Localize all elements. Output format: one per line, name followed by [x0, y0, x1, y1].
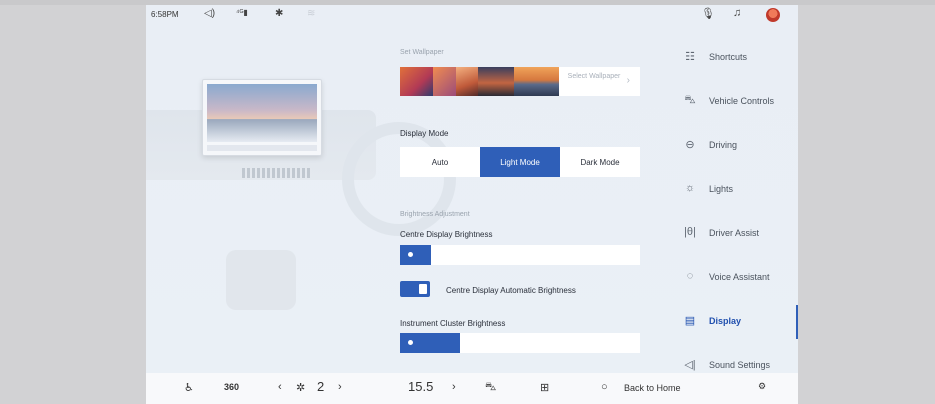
menu-item-label: Sound Settings [709, 360, 771, 370]
toggle-knob [419, 284, 427, 294]
slider-fill [400, 245, 432, 265]
display-icon: ▤ [684, 315, 696, 327]
car-icon[interactable]: ⛍ [485, 381, 496, 395]
wallpaper-section-label: Set Wallpaper [400, 49, 444, 56]
driver-assist-icon: |θ| [684, 226, 696, 238]
apps-grid-icon[interactable]: ⊞ [540, 381, 549, 394]
avatar[interactable] [766, 8, 780, 22]
settings-panel: Set Wallpaper Select Wallpaper › Display… [400, 5, 640, 404]
shortcuts-icon: ☷ [685, 51, 695, 63]
car-interior-illustration [146, 50, 456, 370]
wallpaper-thumbnail[interactable] [514, 67, 559, 96]
voice-assistant-icon: ◌ [686, 270, 694, 282]
menu-item-driving[interactable]: ⊖ Driving [666, 129, 798, 163]
menu-item-voice-assistant[interactable]: ◌ Voice Assistant [666, 261, 798, 295]
clock: 6:58PM [151, 10, 179, 19]
cluster-brightness-label: Instrument Cluster Brightness [400, 319, 506, 328]
wallpaper-picker: Select Wallpaper › [400, 67, 640, 96]
menu-item-label: Display [709, 316, 742, 326]
settings-menu: ☷ Shortcuts ⛍ Vehicle Controls ⊖ Driving… [666, 35, 798, 404]
fan-decrease-button[interactable]: ‹ [278, 381, 282, 393]
slider-handle[interactable] [408, 252, 413, 257]
microphone-icon[interactable]: 🎙︎ [701, 7, 715, 20]
fan-icon: ✲ [296, 382, 306, 394]
menu-item-lights[interactable]: ☼ Lights [666, 173, 798, 207]
bluetooth-icon[interactable]: ✱ [275, 8, 283, 19]
select-wallpaper-button[interactable]: Select Wallpaper [564, 72, 624, 81]
preview-wallpaper [207, 84, 317, 142]
console [226, 250, 296, 310]
wallpaper-thumbnail[interactable] [433, 67, 456, 96]
volume-icon[interactable]: ◁) [204, 8, 215, 19]
auto-brightness-toggle[interactable] [400, 281, 430, 297]
wallpaper-thumbnail[interactable] [456, 67, 478, 96]
fan-increase-button[interactable]: › [338, 381, 342, 393]
preview-dock [207, 145, 317, 151]
slider-handle[interactable] [408, 340, 413, 345]
light-bulb-icon: ☼ [684, 182, 696, 194]
display-mode-selector: Auto Light Mode Dark Mode [400, 147, 640, 177]
centre-brightness-slider[interactable] [400, 245, 640, 265]
display-mode-label: Display Mode [400, 129, 449, 138]
mode-light-button[interactable]: Light Mode [480, 147, 560, 177]
air-vents [242, 168, 312, 178]
chevron-right-icon[interactable]: › [627, 75, 630, 86]
centre-brightness-label: Centre Display Brightness [400, 230, 493, 239]
back-to-home-button[interactable]: Back to Home [624, 383, 681, 393]
settings-gear-icon[interactable]: ⚙ [758, 381, 766, 392]
menu-item-label: Shortcuts [709, 52, 748, 62]
car-icon: ⛍ [684, 94, 696, 106]
display-screen: 6:58PM ◁) ⁴ᴳ▮ ✱ ≋ 🎙︎ ♫ Set Wallpaper Sel… [146, 5, 798, 404]
menu-item-label: Vehicle Controls [709, 96, 775, 106]
cluster-brightness-slider[interactable] [400, 333, 640, 353]
signal-icon: ⁴ᴳ▮ [236, 8, 248, 17]
menu-item-display[interactable]: ▤ Display [666, 305, 798, 339]
bell-icon[interactable]: ♫ [733, 7, 741, 19]
menu-item-label: Voice Assistant [709, 272, 770, 282]
menu-item-label: Lights [709, 184, 734, 194]
mode-dark-button[interactable]: Dark Mode [560, 147, 640, 177]
mode-auto-button[interactable]: Auto [400, 147, 480, 177]
menu-item-shortcuts[interactable]: ☷ Shortcuts [666, 41, 798, 75]
active-indicator [796, 305, 798, 339]
wallpaper-thumbnail[interactable] [400, 67, 433, 96]
auto-brightness-label: Centre Display Automatic Brightness [446, 286, 576, 295]
seat-icon[interactable]: ♿︎ [184, 381, 194, 394]
left-margin [0, 5, 146, 404]
screen-preview [202, 79, 322, 156]
right-margin [798, 5, 935, 404]
bottom-bar: ♿︎ 360 ‹ ✲ 2 › 15.5 › ⛍ ⊞ ○ Back to Home… [146, 373, 798, 404]
wifi-icon[interactable]: ≋ [307, 8, 315, 19]
brightness-section-label: Brightness Adjustment [400, 211, 470, 218]
fan-level: 2 [317, 379, 325, 394]
menu-item-vehicle-controls[interactable]: ⛍ Vehicle Controls [666, 85, 798, 119]
view-360-button[interactable]: 360 [224, 382, 239, 392]
temperature-increase-button[interactable]: › [452, 381, 456, 393]
steering-wheel-icon: ⊖ [685, 139, 695, 151]
menu-item-label: Driving [709, 140, 738, 150]
home-circle-icon[interactable]: ○ [601, 381, 608, 393]
temperature-value: 15.5 [408, 379, 434, 394]
speaker-icon: ◁| [684, 359, 696, 371]
wallpaper-thumbnail[interactable] [478, 67, 514, 96]
menu-item-driver-assist[interactable]: |θ| Driver Assist [666, 217, 798, 251]
menu-item-label: Driver Assist [709, 228, 760, 238]
